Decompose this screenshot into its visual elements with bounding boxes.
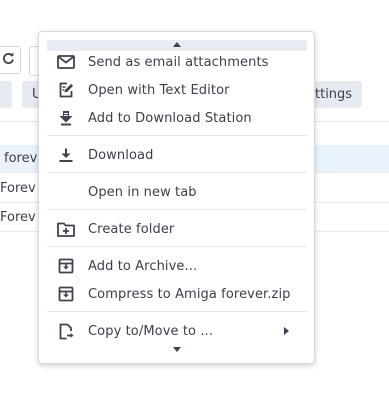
download-station-icon <box>57 109 75 127</box>
refresh-icon <box>2 51 15 69</box>
menu-item-create-folder[interactable]: Create folder <box>47 216 307 242</box>
add-folder-icon <box>57 220 75 238</box>
scroll-down-arrow-icon <box>173 347 181 352</box>
context-menu: Send as email attachments Open with Text… <box>38 31 315 364</box>
compress-icon <box>57 285 75 303</box>
scroll-up-arrow-icon <box>173 42 181 47</box>
edit-document-icon <box>57 81 75 99</box>
copy-move-icon <box>57 322 75 340</box>
menu-item-label: Copy to/Move to ... <box>88 323 214 339</box>
menu-separator <box>47 209 307 210</box>
menu-item-label: Open with Text Editor <box>88 82 230 98</box>
menu-item-label: Compress to Amiga forever.zip <box>88 286 291 302</box>
file-name: Forev <box>0 181 36 196</box>
submenu-arrow-icon <box>284 327 289 335</box>
mail-icon <box>57 53 75 71</box>
toolbar-button[interactable] <box>0 81 12 108</box>
blank-icon <box>57 183 75 201</box>
menu-separator <box>47 135 307 136</box>
archive-icon <box>57 257 75 275</box>
menu-separator <box>47 172 307 173</box>
settings-button-label: ttings <box>315 87 353 102</box>
menu-item-label: Send as email attachments <box>88 54 269 70</box>
download-icon <box>57 146 75 164</box>
menu-item-download[interactable]: Download <box>47 142 307 168</box>
menu-item-label: Create folder <box>88 221 175 237</box>
scroll-down-button[interactable] <box>47 345 307 354</box>
menu-item-open-new-tab[interactable]: Open in new tab <box>47 179 307 205</box>
menu-item-label: Add to Archive... <box>88 258 198 274</box>
file-name: forev <box>4 151 38 166</box>
menu-item-copy-move[interactable]: Copy to/Move to ... <box>47 318 307 344</box>
menu-item-send-email[interactable]: Send as email attachments <box>47 49 307 75</box>
refresh-button[interactable] <box>0 46 21 74</box>
menu-item-compress-zip[interactable]: Compress to Amiga forever.zip <box>47 281 307 307</box>
menu-item-label: Add to Download Station <box>88 110 252 126</box>
menu-item-add-download-station[interactable]: Add to Download Station <box>47 105 307 131</box>
menu-item-open-text-editor[interactable]: Open with Text Editor <box>47 77 307 103</box>
menu-item-add-archive[interactable]: Add to Archive... <box>47 253 307 279</box>
menu-item-label: Download <box>88 147 154 163</box>
menu-item-label: Open in new tab <box>88 184 197 200</box>
file-name: Forev <box>0 210 36 225</box>
menu-separator <box>47 311 307 312</box>
menu-separator <box>47 246 307 247</box>
